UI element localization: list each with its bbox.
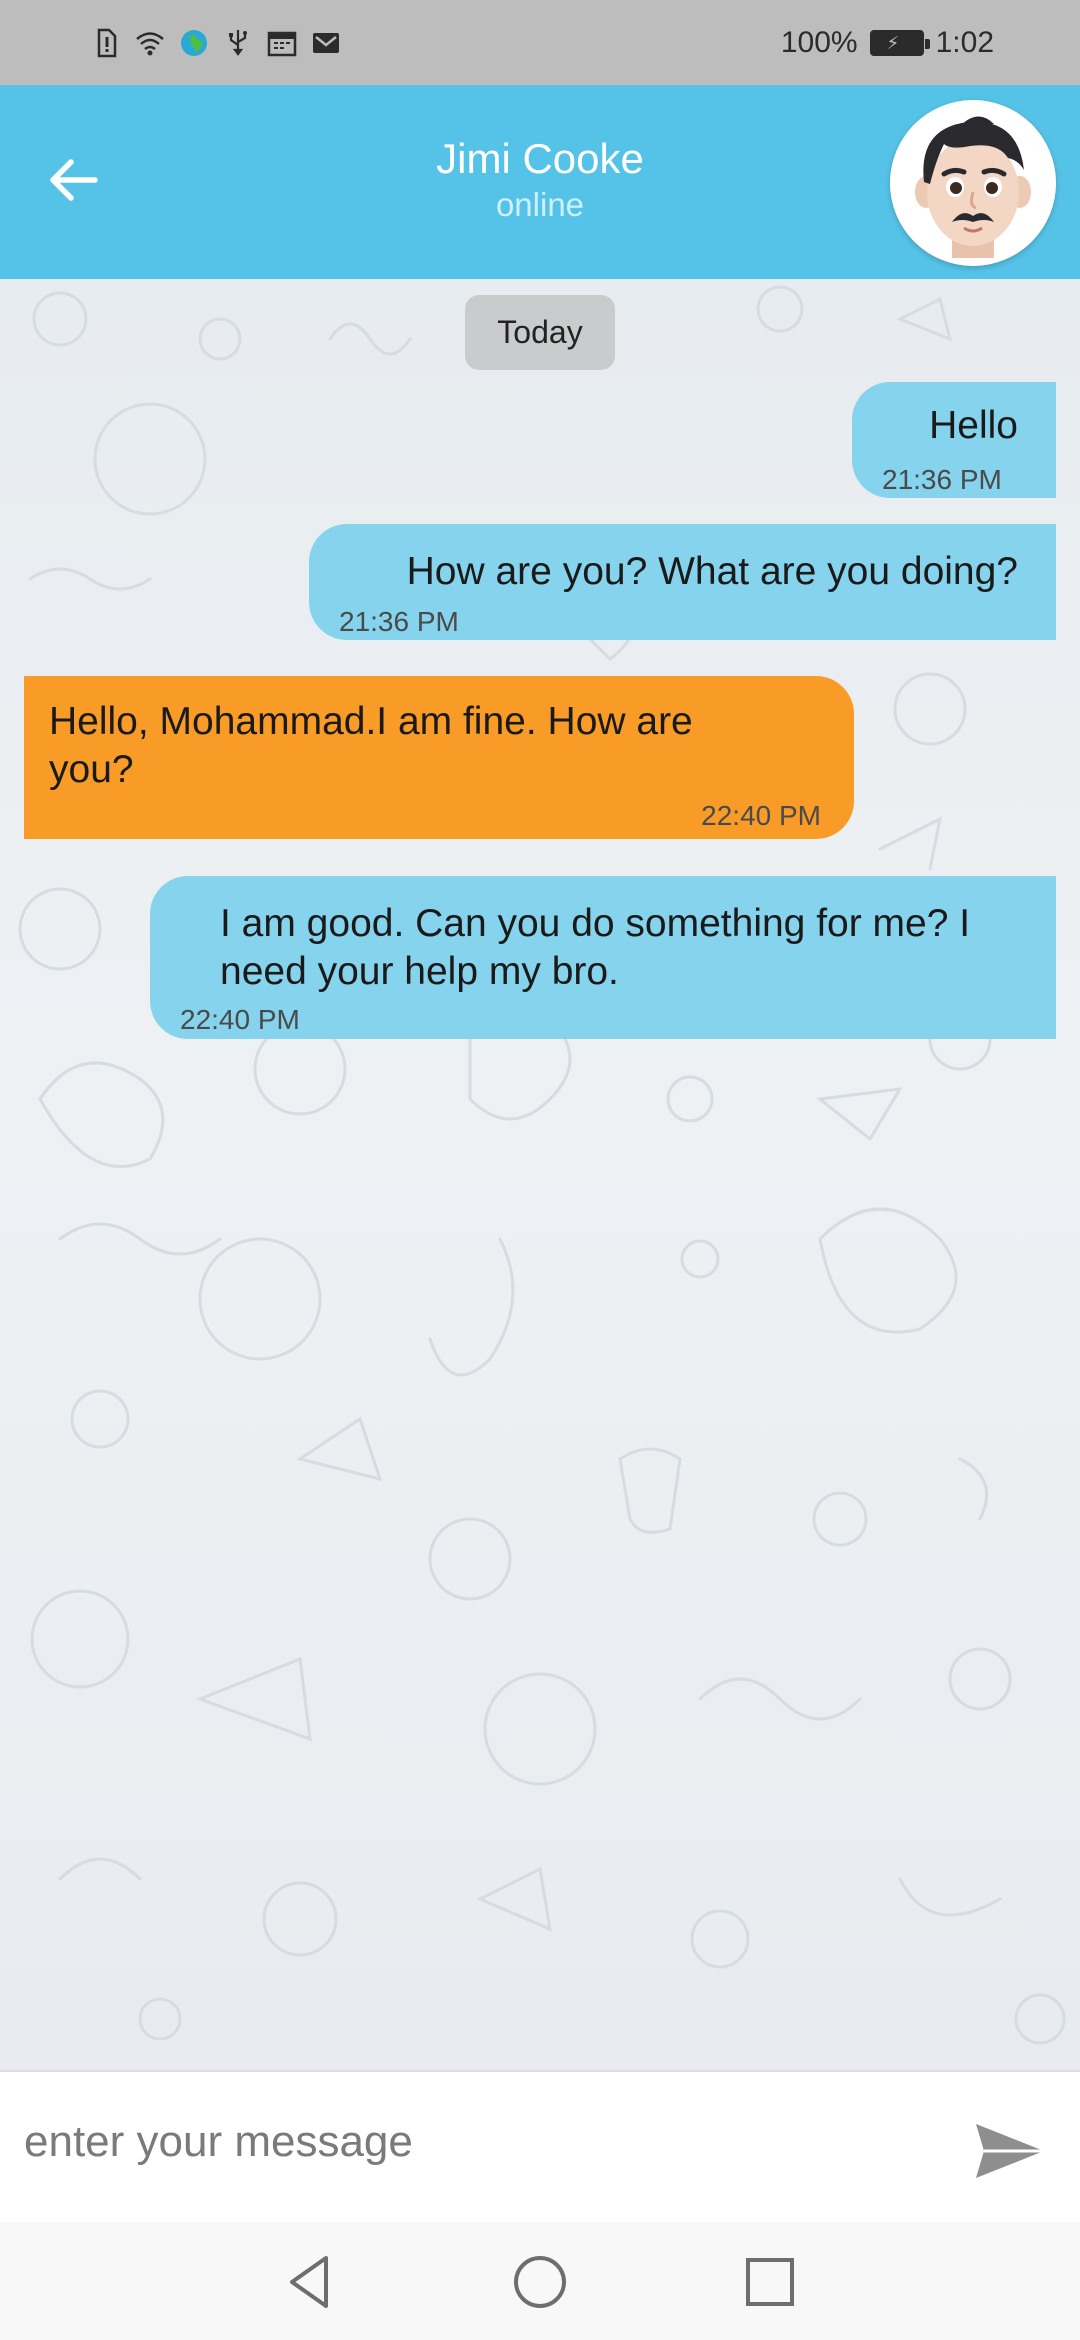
vpn-globe-icon [181, 29, 207, 56]
message-time: 21:36 PM [339, 606, 459, 637]
chat-header: Jimi Cooke online [0, 85, 1080, 279]
send-button[interactable] [970, 2116, 1050, 2186]
status-icons [90, 27, 342, 59]
outgoing-message-bubble[interactable]: How are you? What are you doing? 21:36 P… [309, 524, 1056, 640]
message-text: I am good. Can you do something for me? … [220, 902, 971, 993]
avatar[interactable] [890, 100, 1056, 266]
clock: 1:02 [935, 25, 994, 59]
incoming-message-bubble[interactable]: Hello, Mohammad.I am fine. How are you? … [24, 676, 854, 839]
chat-area[interactable]: Today Hello 21:36 PM How are you? What a… [0, 279, 1080, 2070]
calendar-icon [267, 31, 297, 56]
message-composer [0, 2070, 1080, 2222]
memoji-avatar-icon [890, 100, 1056, 266]
mail-icon [313, 32, 339, 53]
system-nav-bar [0, 2222, 1080, 2340]
message-time: 22:40 PM [701, 800, 821, 831]
usb-icon [229, 29, 247, 56]
status-bar: 100% ⚡ 1:02 [0, 0, 1080, 85]
battery-percent: 100% [780, 25, 858, 59]
message-text: How are you? What are you doing? [406, 550, 1018, 593]
date-separator: Today [465, 295, 615, 370]
nav-home-icon[interactable] [510, 2252, 570, 2312]
status-right: 100% ⚡ 1:02 [781, 26, 994, 60]
outgoing-message-bubble[interactable]: I am good. Can you do something for me? … [150, 876, 1056, 1039]
battery-charging-icon: ⚡ [869, 29, 930, 56]
nav-recents-icon[interactable] [740, 2252, 800, 2312]
message-time: 21:36 PM [882, 464, 1002, 495]
send-icon [976, 2124, 1044, 2178]
outgoing-message-bubble[interactable]: Hello 21:36 PM [852, 382, 1056, 498]
wifi-icon [136, 31, 164, 55]
message-text: Hello, Mohammad.I am fine. How are you? [49, 700, 693, 791]
sim-alert-icon [97, 28, 117, 57]
message-time: 22:40 PM [180, 1004, 300, 1035]
message-input[interactable] [24, 2102, 924, 2182]
nav-back-icon[interactable] [280, 2252, 340, 2312]
message-text: Hello [929, 404, 1018, 447]
